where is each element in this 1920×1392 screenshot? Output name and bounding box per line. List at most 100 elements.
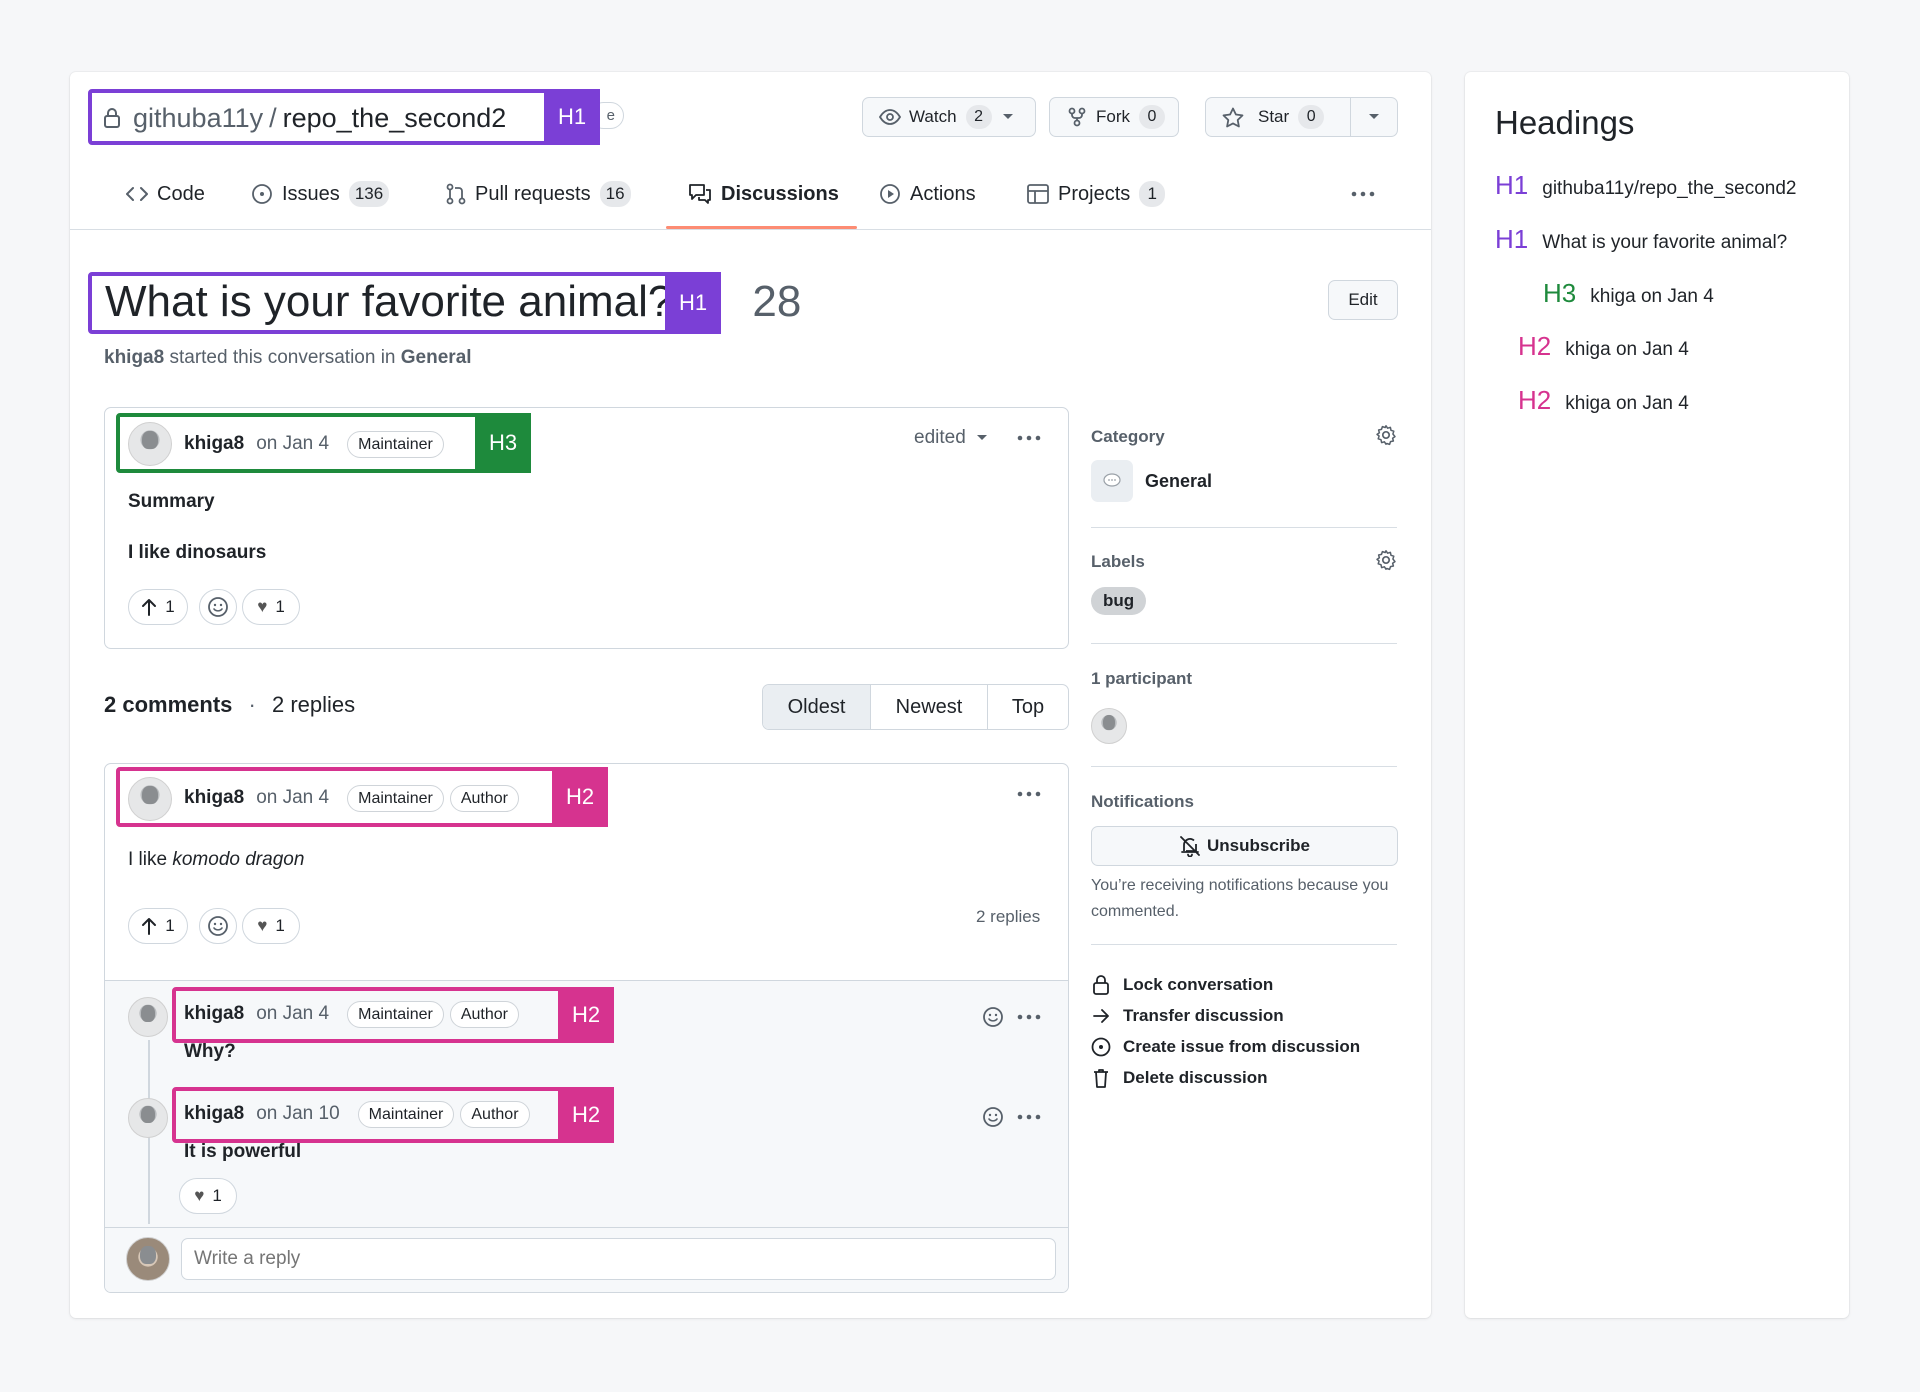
category-settings-button[interactable] bbox=[1375, 424, 1397, 446]
h2-highlight-reply-1 bbox=[172, 987, 614, 1043]
edit-label: Edit bbox=[1348, 290, 1378, 309]
tab-projects[interactable]: Projects 1 bbox=[1027, 174, 1166, 214]
fork-button[interactable]: Fork 0 bbox=[1049, 97, 1179, 137]
post-menu-button[interactable] bbox=[1016, 428, 1042, 448]
avatar[interactable] bbox=[128, 1098, 168, 1138]
replies-count: 2 replies bbox=[271, 692, 356, 717]
started-text: started this conversation in bbox=[169, 347, 396, 368]
upvote-count: 1 bbox=[165, 916, 175, 935]
heading-text: What is your favorite animal? bbox=[1542, 232, 1788, 253]
comment-body-emphasis: komodo dragon bbox=[172, 849, 305, 870]
reply-body: It is powerful bbox=[184, 1141, 302, 1162]
headings-panel-title: Headings bbox=[1495, 104, 1635, 141]
star-button[interactable]: Star 0 bbox=[1205, 97, 1398, 137]
delete-discussion-button[interactable]: Delete discussion bbox=[1091, 1067, 1268, 1089]
code-icon bbox=[126, 186, 157, 202]
kebab-horizontal-icon bbox=[1351, 191, 1375, 197]
tab-issues-count: 136 bbox=[348, 181, 390, 207]
heading-item[interactable]: H2 khiga on Jan 4 bbox=[1518, 385, 1689, 416]
summary-dot: · bbox=[248, 692, 256, 717]
comment-body-text: I like bbox=[128, 849, 173, 870]
tab-projects-count: 1 bbox=[1139, 181, 1166, 207]
heading-level: H1 bbox=[1495, 170, 1529, 200]
transfer-discussion-button[interactable]: Transfer discussion bbox=[1091, 1005, 1284, 1027]
tab-discussions-label: Discussions bbox=[721, 182, 839, 205]
star-count: 0 bbox=[1298, 105, 1325, 129]
reply-menu-button[interactable] bbox=[1016, 1007, 1042, 1027]
arrow-right-icon bbox=[1093, 1009, 1109, 1023]
play-icon bbox=[879, 183, 910, 205]
lock-icon bbox=[1093, 975, 1109, 995]
comment-reply-count[interactable]: 2 replies bbox=[976, 907, 1040, 927]
category-emoji bbox=[1091, 460, 1133, 502]
sort-newest-button[interactable]: Newest bbox=[871, 685, 988, 729]
watch-label: Watch bbox=[909, 107, 957, 126]
heart-icon: ♥ bbox=[257, 916, 268, 935]
add-reaction-button[interactable] bbox=[199, 589, 237, 625]
participants-title: 1 participant bbox=[1091, 669, 1193, 688]
sort-oldest-button[interactable]: Oldest bbox=[763, 685, 871, 729]
tab-code[interactable]: Code bbox=[126, 174, 205, 214]
labels-settings-button[interactable] bbox=[1375, 549, 1397, 571]
kebab-horizontal-icon bbox=[1017, 435, 1041, 441]
h2-highlight-comment bbox=[116, 767, 608, 827]
lock-conversation-button[interactable]: Lock conversation bbox=[1091, 974, 1273, 996]
heart-reaction-button[interactable]: ♥ 1 bbox=[242, 908, 300, 944]
discussion-icon bbox=[688, 183, 721, 205]
heart-reaction-button[interactable]: ♥ 1 bbox=[179, 1178, 237, 1214]
reply-add-reaction-button[interactable] bbox=[982, 1006, 1004, 1028]
post-summary: Summary bbox=[128, 491, 215, 512]
discussion-author-link[interactable]: khiga8 bbox=[104, 347, 164, 368]
heading-item[interactable]: H3 khiga on Jan 4 bbox=[1543, 278, 1714, 309]
more-tabs-button[interactable] bbox=[1350, 184, 1376, 204]
reply-menu-button[interactable] bbox=[1016, 1107, 1042, 1127]
tab-issues[interactable]: Issues 136 bbox=[251, 174, 390, 214]
sidebar-divider bbox=[1091, 643, 1397, 644]
kebab-horizontal-icon bbox=[1017, 791, 1041, 797]
create-issue-button[interactable]: Create issue from discussion bbox=[1091, 1036, 1360, 1058]
star-list-dropdown[interactable] bbox=[1368, 113, 1380, 121]
tab-projects-label: Projects bbox=[1058, 182, 1131, 205]
unsubscribe-button[interactable]: Unsubscribe bbox=[1091, 826, 1398, 866]
upvote-count: 1 bbox=[165, 597, 175, 616]
category-link[interactable]: General bbox=[1145, 471, 1212, 492]
tab-discussions[interactable]: Discussions bbox=[688, 174, 839, 214]
heading-level: H2 bbox=[1518, 385, 1552, 415]
gear-icon bbox=[1376, 550, 1396, 571]
bug-label[interactable]: bug bbox=[1091, 587, 1147, 615]
avatar[interactable] bbox=[128, 997, 168, 1037]
create-issue-label: Create issue from discussion bbox=[1123, 1037, 1361, 1056]
sort-top-button[interactable]: Top bbox=[988, 685, 1068, 729]
heading-item[interactable]: H1 githuba11y/repo_the_second2 bbox=[1495, 170, 1797, 201]
reply-input[interactable] bbox=[181, 1238, 1056, 1280]
heading-item[interactable]: H2 khiga on Jan 4 bbox=[1518, 331, 1689, 362]
watch-button[interactable]: Watch 2 bbox=[862, 97, 1036, 137]
edited-label: edited bbox=[914, 427, 966, 448]
heart-reaction-button[interactable]: ♥ 1 bbox=[242, 589, 300, 625]
upvote-button[interactable]: 1 bbox=[128, 908, 188, 944]
comment-menu-button[interactable] bbox=[1016, 784, 1042, 804]
tab-actions-label: Actions bbox=[910, 182, 976, 205]
add-reaction-button[interactable] bbox=[199, 908, 237, 944]
sort-segmented-control: Oldest Newest Top bbox=[762, 684, 1069, 730]
h1-tag-title: H1 bbox=[665, 272, 721, 334]
smiley-icon bbox=[983, 1107, 1003, 1127]
discussion-category-link[interactable]: General bbox=[401, 347, 472, 368]
avatar[interactable] bbox=[1091, 708, 1127, 744]
heading-level: H3 bbox=[1543, 278, 1577, 308]
notifications-reason: You’re receiving notifications because y… bbox=[1091, 877, 1389, 920]
heading-item[interactable]: H1 What is your favorite animal? bbox=[1495, 224, 1787, 255]
star-label: Star bbox=[1258, 107, 1290, 126]
discussion-meta: khiga8 started this conversation in Gene… bbox=[104, 347, 472, 369]
tab-actions[interactable]: Actions bbox=[879, 174, 976, 214]
category-title: Category bbox=[1091, 427, 1165, 446]
upvote-button[interactable]: 1 bbox=[128, 589, 188, 625]
edited-dropdown[interactable]: edited bbox=[914, 427, 988, 449]
tab-pull-requests[interactable]: Pull requests 16 bbox=[446, 174, 631, 214]
edit-title-button[interactable]: Edit bbox=[1328, 280, 1398, 320]
avatar bbox=[126, 1237, 170, 1281]
reply-body: Why? bbox=[184, 1041, 236, 1062]
heart-count: 1 bbox=[275, 916, 285, 935]
reply-add-reaction-button[interactable] bbox=[982, 1106, 1004, 1128]
table-icon bbox=[1027, 184, 1058, 204]
